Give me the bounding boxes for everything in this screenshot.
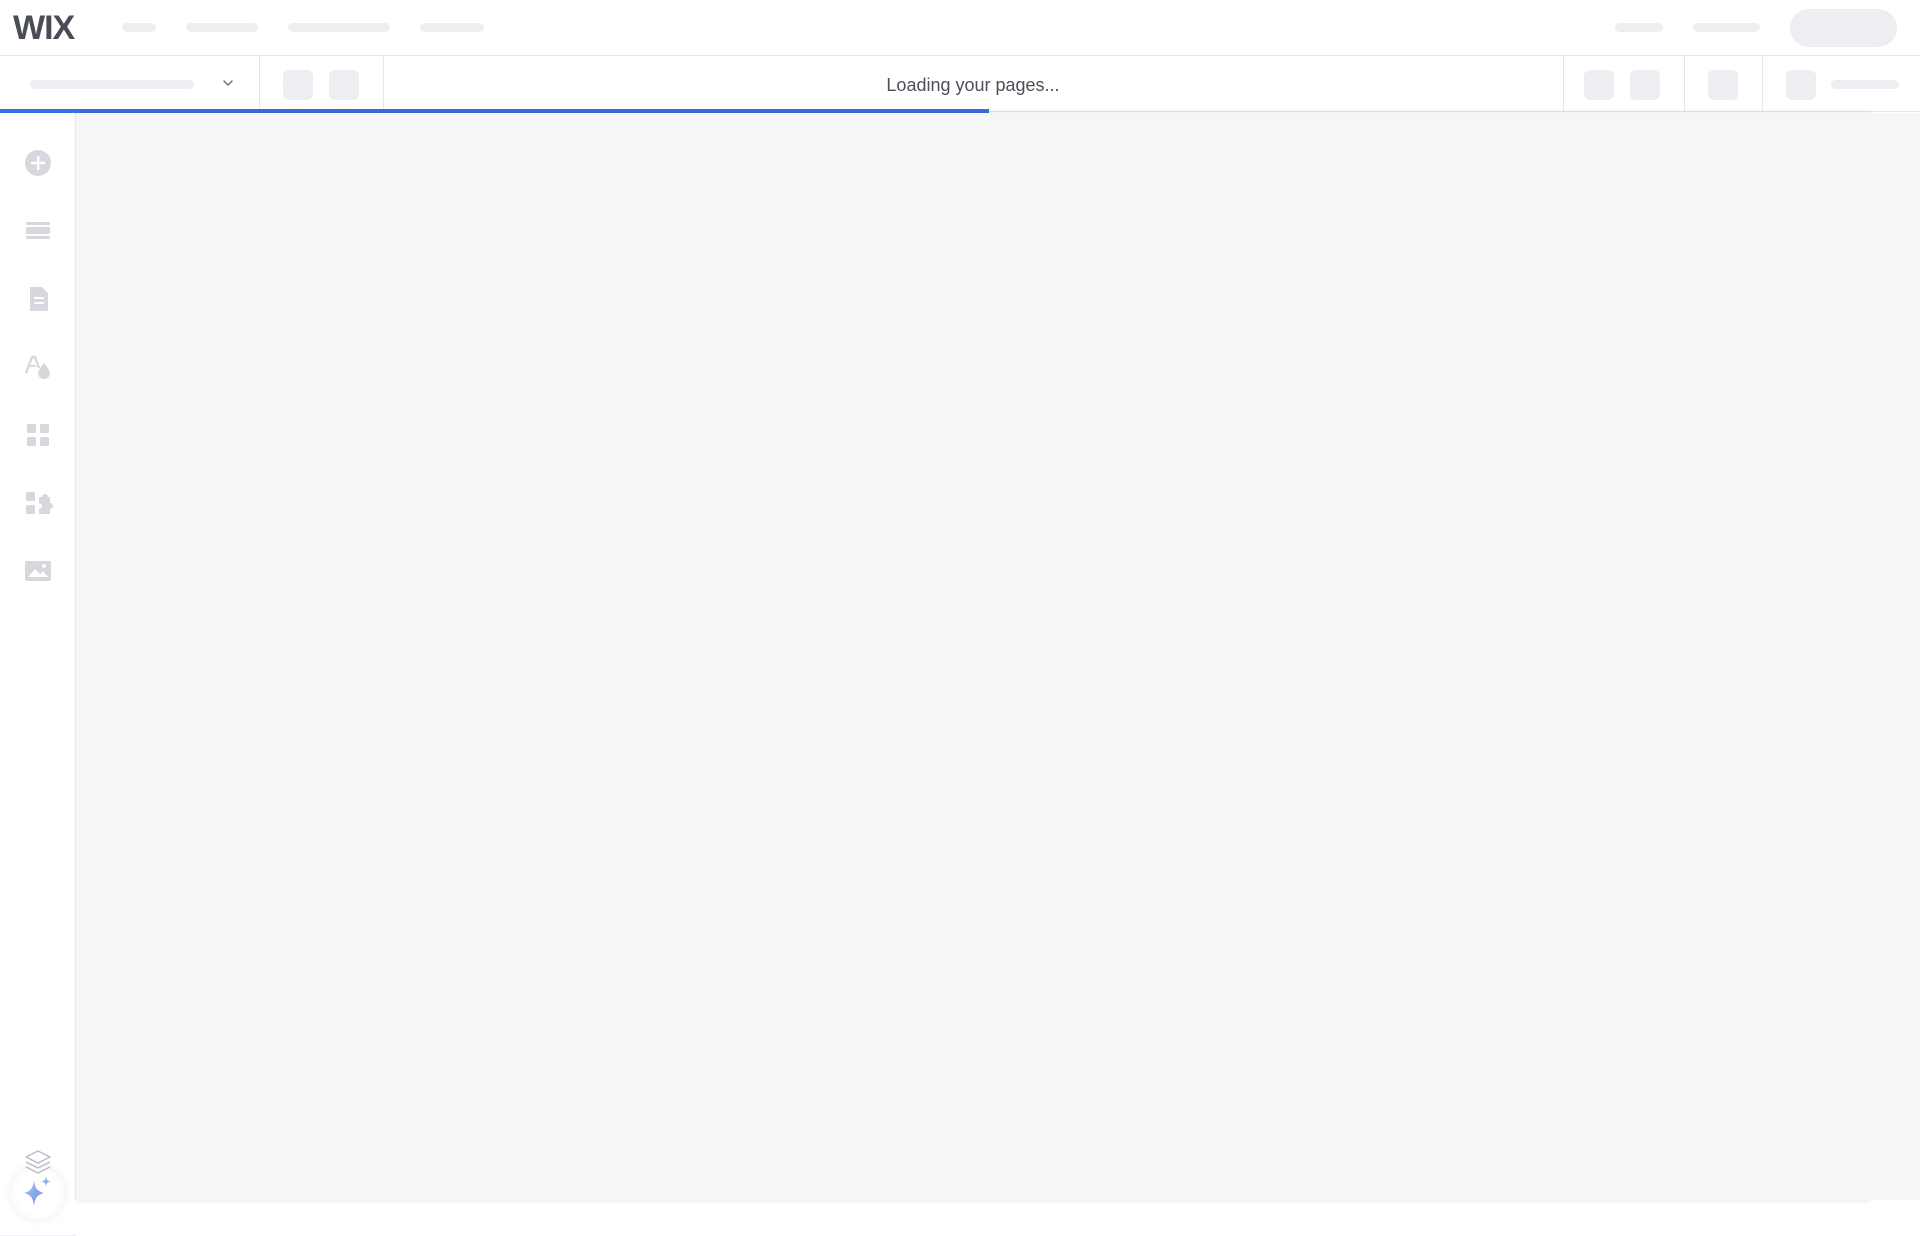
wix-logo[interactable]: WIX (13, 9, 75, 47)
design-icon[interactable] (22, 351, 54, 383)
toolbar-button-placeholder-5 (1708, 70, 1738, 100)
header-link-placeholder-1 (1615, 23, 1663, 32)
canvas-gutter (1869, 113, 1920, 1200)
toolbar-divider (259, 56, 260, 112)
zoom-placeholder (1831, 80, 1899, 89)
sections-icon[interactable] (22, 215, 54, 247)
business-tools-icon[interactable] (22, 487, 54, 519)
apps-icon[interactable] (22, 419, 54, 451)
toolbar-button-placeholder-2 (329, 70, 359, 100)
toolbar-button-placeholder-1 (283, 70, 313, 100)
page-selector-placeholder (30, 80, 194, 89)
chevron-down-icon[interactable] (222, 77, 234, 89)
header-link-placeholder-2 (1693, 23, 1760, 32)
menu-placeholder-2 (186, 23, 258, 32)
publish-button-placeholder (1790, 9, 1897, 47)
editor-canvas[interactable] (76, 113, 1869, 1200)
loading-status-text: Loading your pages... (886, 75, 1060, 95)
pages-icon[interactable] (22, 283, 54, 315)
top-header: WIX (0, 0, 1920, 56)
media-icon[interactable] (22, 555, 54, 587)
toolbar-divider (1684, 56, 1685, 112)
toolbar-button-placeholder-3 (1584, 70, 1614, 100)
toolbar-divider (1563, 56, 1564, 112)
menu-placeholder-4 (420, 23, 484, 32)
menu-placeholder-3 (288, 23, 390, 32)
toolbar-divider (1762, 56, 1763, 112)
menu-placeholder-1 (122, 23, 156, 32)
toolbar-button-placeholder-4 (1630, 70, 1660, 100)
layers-icon[interactable] (22, 1146, 54, 1178)
toolbar-button-placeholder-6 (1786, 70, 1816, 100)
left-sidebar (0, 113, 76, 1236)
add-icon[interactable] (22, 147, 54, 179)
